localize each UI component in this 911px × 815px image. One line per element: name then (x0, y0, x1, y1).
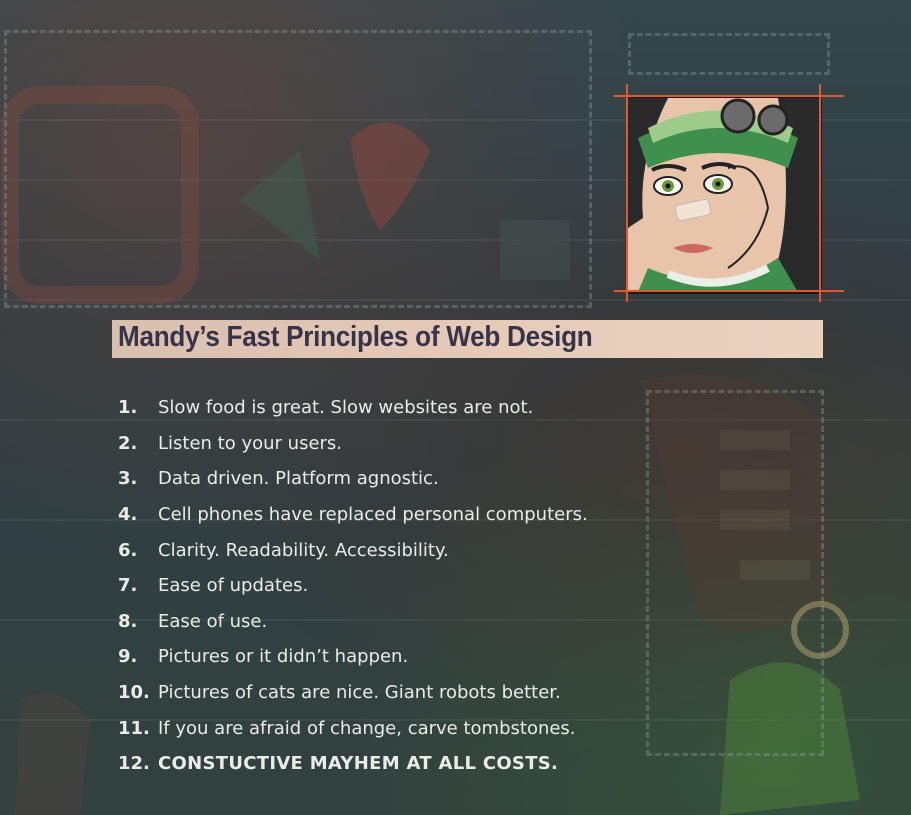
crop-mark-top (614, 95, 844, 97)
list-item: 11. If you are afraid of change, carve to… (118, 710, 588, 746)
list-item: 2. Listen to your users. (118, 426, 588, 462)
item-text: Ease of updates. (158, 575, 309, 597)
crop-mark-left (626, 84, 628, 302)
item-number: 8. (118, 610, 138, 632)
frame-right-column (646, 390, 824, 756)
crop-mark-bottom (614, 290, 844, 292)
frame-top-left (4, 30, 592, 308)
list-item: 3. Data driven. Platform agnostic. (118, 461, 588, 497)
item-number: 1. (118, 397, 138, 419)
item-text: Data driven. Platform agnostic. (158, 468, 439, 490)
item-text: Slow food is great. Slow websites are no… (158, 397, 534, 419)
item-number: 11. (118, 717, 150, 739)
crop-mark-right (819, 84, 821, 302)
item-text: Clarity. Readability. Accessibility. (158, 539, 449, 561)
title-banner: Mandy’s Fast Principles of Web Design (112, 320, 823, 358)
item-text: Pictures or it didn’t happen. (158, 646, 409, 668)
list-item: 8. Ease of use. (118, 604, 588, 640)
list-item: 6. Clarity. Readability. Accessibility. (118, 532, 588, 568)
comic-woman-portrait-icon (628, 98, 820, 292)
item-text: Cell phones have replaced personal compu… (158, 504, 588, 526)
item-text: Ease of use. (158, 610, 268, 632)
item-number: 2. (118, 432, 138, 454)
list-item: 4. Cell phones have replaced personal com… (118, 497, 588, 533)
list-item: 7. Ease of updates. (118, 568, 588, 604)
page-title: Mandy’s Fast Principles of Web Design (118, 321, 593, 353)
item-text: If you are afraid of change, carve tombs… (158, 717, 576, 739)
item-number: 12. (118, 753, 150, 775)
list-item: 10. Pictures of cats are nice. Giant robo… (118, 675, 588, 711)
item-number: 9. (118, 646, 138, 668)
item-number: 6. (118, 539, 138, 561)
list-item: 9. Pictures or it didn’t happen. (118, 639, 588, 675)
frame-top-right (628, 33, 830, 75)
item-number: 3. (118, 468, 138, 490)
list-item: 12. CONSTUCTIVE MAYHEM AT ALL COSTS. (118, 746, 588, 782)
item-text: Pictures of cats are nice. Giant robots … (158, 682, 561, 704)
item-number: 7. (118, 575, 138, 597)
portrait-image (626, 96, 822, 294)
principles-list: 1. Slow food is great. Slow websites are … (118, 390, 588, 782)
item-number: 10. (118, 682, 150, 704)
list-item: 1. Slow food is great. Slow websites are … (118, 390, 588, 426)
item-number: 4. (118, 504, 138, 526)
item-text: CONSTUCTIVE MAYHEM AT ALL COSTS. (158, 753, 559, 775)
poster: Mandy’s Fast Principles of Web Design 1.… (0, 0, 911, 815)
item-text: Listen to your users. (158, 432, 343, 454)
